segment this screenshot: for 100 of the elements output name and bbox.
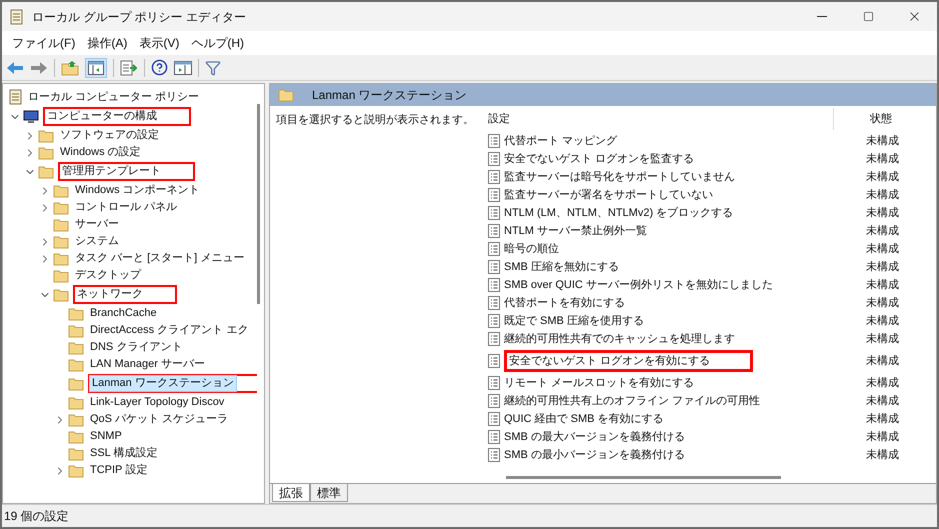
setting-icon <box>488 134 500 148</box>
folder-icon <box>53 200 69 214</box>
folder-icon <box>68 446 84 460</box>
setting-name[interactable]: 代替ポートを有効にする <box>504 294 625 312</box>
tree-item[interactable]: BranchCache <box>88 306 159 321</box>
setting-name[interactable]: 継続的可用性共有でのキャッシュを処理します <box>504 330 735 348</box>
menu-item[interactable]: ヘルプ(H) <box>185 32 250 54</box>
setting-name[interactable]: 監査サーバーが署名をサポートしていない <box>504 186 713 204</box>
setting-name[interactable]: 安全でないゲスト ログオンを有効にする <box>504 350 754 372</box>
tree-item[interactable]: Link-Layer Topology Discov <box>88 395 226 410</box>
back-arrow-icon[interactable] <box>6 60 24 74</box>
folder-icon <box>68 396 84 410</box>
folder-icon <box>68 358 84 372</box>
folder-icon <box>53 252 69 266</box>
setting-name[interactable]: SMB の最大バージョンを義務付ける <box>504 428 685 446</box>
setting-icon <box>488 296 500 310</box>
setting-name[interactable]: SMB over QUIC サーバー例外リストを無効にしました <box>504 276 773 294</box>
folder-icon <box>68 340 84 354</box>
tree-item[interactable]: コントロール パネル <box>73 200 180 215</box>
setting-state: 未構成 <box>866 412 899 427</box>
setting-icon <box>488 412 500 426</box>
setting-name[interactable]: NTLM サーバー禁止例外一覧 <box>504 222 647 240</box>
tree-item[interactable]: ローカル コンピューター ポリシー <box>28 88 200 106</box>
policy-icon <box>9 89 23 105</box>
folder-icon <box>68 376 84 390</box>
tree-item[interactable]: システム <box>73 234 121 249</box>
tree-item[interactable]: ソフトウェアの設定 <box>58 128 161 143</box>
column-header[interactable]: 設定 <box>488 108 834 130</box>
tree-item[interactable]: SNMP <box>88 429 124 444</box>
folder-icon <box>38 146 54 160</box>
setting-name[interactable]: 暗号の順位 <box>504 240 559 258</box>
setting-icon <box>488 206 500 220</box>
tree-item[interactable]: LAN Manager サーバー <box>88 357 207 372</box>
setting-name[interactable]: 代替ポート マッピング <box>504 132 618 150</box>
pane-title: Lanman ワークステーション <box>312 87 467 104</box>
setting-name[interactable]: 継続的可用性共有上のオフライン ファイルの可用性 <box>504 392 760 410</box>
setting-state: 未構成 <box>866 206 899 221</box>
setting-state: 未構成 <box>866 376 899 391</box>
properties-view-icon[interactable] <box>174 60 192 74</box>
column-header[interactable]: 状態 <box>834 110 914 128</box>
tree-item[interactable]: 管理用テンプレート <box>58 162 195 181</box>
description-text: 項目を選択すると説明が表示されます。 <box>276 114 474 126</box>
folder-icon <box>53 218 69 232</box>
folder-icon <box>278 88 294 102</box>
tree-item[interactable]: SSL 構成設定 <box>88 446 160 461</box>
setting-state: 未構成 <box>866 170 899 185</box>
setting-name[interactable]: 安全でないゲスト ログオンを監査する <box>504 150 694 168</box>
menu-item[interactable]: ファイル(F) <box>6 32 82 54</box>
setting-icon <box>488 188 500 202</box>
setting-icon <box>488 278 500 292</box>
show-tree-button[interactable] <box>85 58 107 78</box>
maximize-icon <box>862 11 874 22</box>
setting-state: 未構成 <box>866 296 899 311</box>
menu-item[interactable]: 表示(V) <box>133 32 186 54</box>
tree-item[interactable]: DNS クライアント <box>88 340 184 355</box>
tree-item[interactable]: TCPIP 設定 <box>88 463 150 478</box>
menu-item[interactable]: 操作(A) <box>81 32 134 54</box>
tree-item[interactable]: サーバー <box>73 217 121 232</box>
setting-icon <box>488 314 500 328</box>
setting-state: 未構成 <box>866 354 899 369</box>
setting-icon <box>488 170 500 184</box>
forward-arrow-icon[interactable] <box>30 60 48 74</box>
setting-icon <box>488 354 500 368</box>
folder-up-icon[interactable] <box>61 60 79 76</box>
setting-name[interactable]: NTLM (LM、NTLM、NTLMv2) をブロックする <box>504 204 734 222</box>
setting-state: 未構成 <box>866 394 899 409</box>
setting-icon <box>488 152 500 166</box>
tree-item[interactable]: ネットワーク <box>73 285 177 304</box>
pane-view-icon <box>88 60 104 74</box>
setting-state: 未構成 <box>866 242 899 257</box>
folder-icon <box>38 128 54 142</box>
view-tab[interactable]: 標準 <box>310 484 348 502</box>
folder-icon <box>38 164 54 178</box>
help-icon[interactable] <box>151 59 168 76</box>
tree-item[interactable]: Windows の設定 <box>58 145 143 160</box>
setting-name[interactable]: SMB の最小バージョンを義務付ける <box>504 446 685 464</box>
setting-icon <box>488 242 500 256</box>
tree-item[interactable]: Lanman ワークステーション <box>88 374 257 393</box>
tree-item[interactable]: Windows コンポーネント <box>73 183 202 198</box>
tree-item[interactable]: タスク バーと [スタート] メニュー <box>73 251 246 266</box>
computer-icon <box>23 110 39 124</box>
setting-name[interactable]: 監査サーバーは暗号化をサポートしていません <box>504 168 735 186</box>
setting-name[interactable]: リモート メールスロットを有効にする <box>504 374 694 392</box>
filter-icon[interactable] <box>205 60 221 76</box>
folder-icon <box>53 184 69 198</box>
setting-name[interactable]: 既定で SMB 圧縮を使用する <box>504 312 644 330</box>
tree-item[interactable]: コンピューターの構成 <box>43 107 191 126</box>
tree-item[interactable]: QoS パケット スケジューラ <box>88 412 230 427</box>
setting-state: 未構成 <box>866 314 899 329</box>
scrollbar[interactable] <box>506 476 781 478</box>
export-list-icon[interactable] <box>120 60 138 76</box>
setting-state: 未構成 <box>866 332 899 347</box>
view-tab[interactable]: 拡張 <box>272 484 310 502</box>
scrollbar[interactable] <box>257 104 260 304</box>
tree-item[interactable]: デスクトップ <box>73 268 143 283</box>
tree-item[interactable]: DirectAccess クライアント エク <box>88 323 250 338</box>
setting-name[interactable]: SMB 圧縮を無効にする <box>504 258 619 276</box>
window-title: ローカル グループ ポリシー エディター <box>32 8 246 26</box>
setting-icon <box>488 448 500 462</box>
setting-name[interactable]: QUIC 経由で SMB を有効にする <box>504 410 664 428</box>
